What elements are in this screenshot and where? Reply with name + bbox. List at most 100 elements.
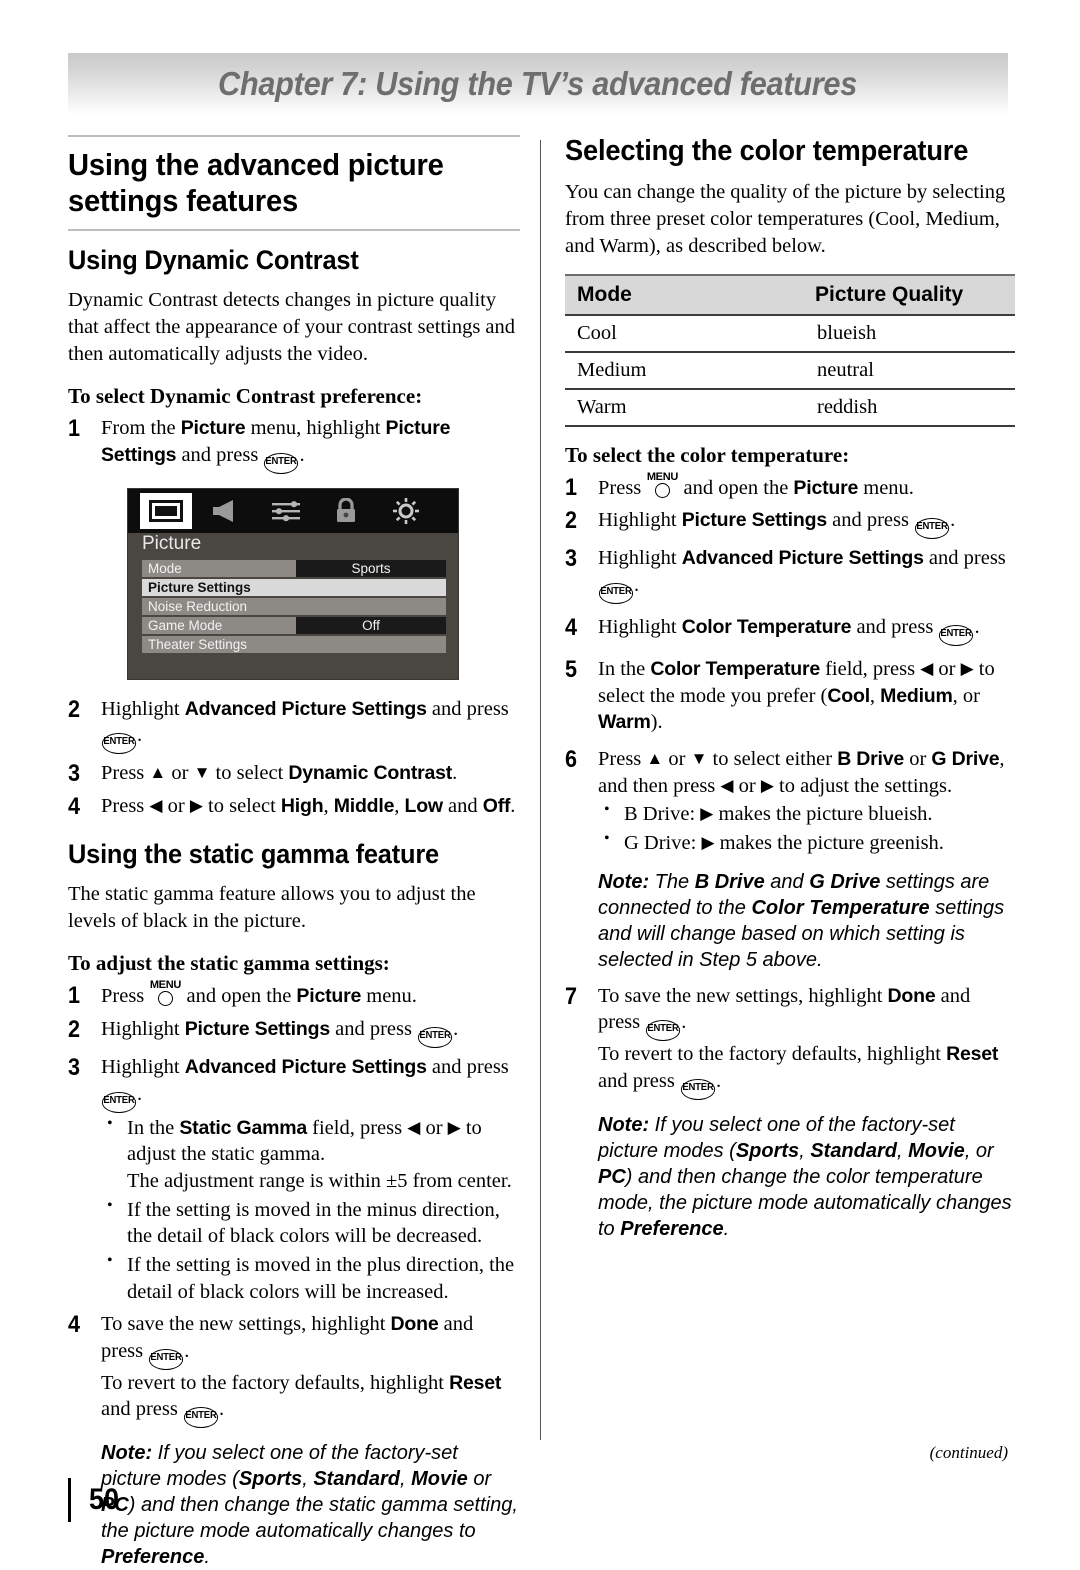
step-text: and press: [923, 547, 1006, 570]
ui-term-preference: Preference: [101, 1546, 205, 1569]
note-label: Note:: [598, 870, 650, 893]
section-rule-top: [68, 135, 520, 137]
ui-term-warm: Warm: [598, 711, 651, 734]
step-text: .: [137, 1082, 143, 1105]
enter-button-icon: ENTER: [939, 625, 974, 647]
ui-term-b-drive: B Drive: [837, 747, 905, 770]
step-text: Highlight: [598, 616, 682, 639]
sliders-icon[interactable]: [260, 493, 312, 529]
step-number: 1: [565, 473, 578, 501]
step-text: or: [904, 747, 932, 770]
step-text: .: [453, 1018, 459, 1041]
audio-icon[interactable]: [200, 493, 252, 529]
note-b-g-drive: Note: The B Drive and G Drive settings a…: [598, 869, 1015, 973]
ui-term-picture-settings: Picture Settings: [184, 1018, 330, 1041]
osd-row-label: Noise Reduction: [142, 597, 446, 615]
osd-row-picture-settings[interactable]: Picture Settings: [142, 578, 446, 596]
ui-term-sports: Sports: [735, 1139, 800, 1162]
step-text: Press: [101, 985, 150, 1008]
step-number: 7: [565, 982, 578, 1010]
osd-row-theater-settings[interactable]: Theater Settings: [142, 635, 446, 653]
osd-row-list: Mode Sports Picture Settings Noise Reduc…: [142, 559, 446, 655]
ui-term-picture-settings: Picture Settings: [681, 509, 827, 532]
table-header-picture-quality: Picture Quality: [809, 273, 1015, 316]
task-heading-color-temperature: To select the color temperature:: [565, 442, 850, 467]
arrow-down-icon: ▼: [690, 748, 708, 768]
menu-button-circle: [655, 482, 671, 498]
table-row: Medium neutral: [565, 351, 1015, 390]
steps-dynamic-contrast-1: 1 From the Picture menu, highlight Pictu…: [68, 415, 520, 474]
bullet-list: B Drive: ▶ makes the picture blueish. G …: [598, 800, 1015, 857]
step-item: 4 To save the new settings, highlight Do…: [68, 1311, 520, 1570]
ui-term-standard: Standard: [313, 1468, 400, 1491]
ui-term-reset: Reset: [946, 1043, 999, 1066]
table-cell-mode: Warm: [565, 388, 809, 427]
step-item: 4 Highlight Color Temperature and press …: [565, 614, 1015, 647]
bullet-item: If the setting is moved in the minus dir…: [101, 1196, 520, 1250]
step-text: .: [974, 616, 980, 639]
step-text: ).: [650, 711, 663, 734]
table-row: Warm reddish: [565, 388, 1015, 427]
step-number: 3: [565, 545, 578, 573]
osd-row-label: Game Mode: [142, 616, 296, 634]
step-subline: To revert to the factory defaults, highl…: [101, 1370, 520, 1429]
task-heading-static-gamma: To adjust the static gamma settings:: [68, 951, 390, 976]
step-item: 2 Highlight Picture Settings and press E…: [68, 1016, 520, 1049]
step-text: Highlight: [598, 509, 682, 532]
tv-osd-screenshot: Picture Mode Sports Picture Settings Noi…: [127, 487, 459, 680]
bullet-item: G Drive: ▶ makes the picture greenish.: [598, 829, 1015, 857]
ui-term-off: Off: [482, 794, 511, 817]
page-number-rule: [68, 1478, 71, 1522]
osd-row-mode[interactable]: Mode Sports: [142, 559, 446, 577]
ui-term-color-temperature: Color Temperature: [650, 658, 820, 681]
step-item: 2 Highlight Picture Settings and press E…: [565, 507, 1015, 540]
step-number: 5: [565, 656, 578, 684]
task-heading-dynamic-contrast: To select Dynamic Contrast preference:: [68, 383, 423, 408]
step-item: 2 Highlight Advanced Picture Settings an…: [68, 696, 520, 755]
bullet-text: G Drive:: [624, 831, 702, 854]
step-text: .: [137, 724, 143, 747]
bullet-item: If the setting is moved in the plus dire…: [101, 1251, 520, 1305]
note-text: ,: [799, 1139, 811, 1162]
brightness-icon[interactable]: [380, 493, 432, 529]
step-text: field, press: [819, 658, 921, 681]
arrow-right-icon: ▶: [700, 804, 714, 824]
osd-row-noise-reduction[interactable]: Noise Reduction: [142, 597, 446, 615]
step-text: to select either: [707, 747, 838, 770]
ui-term-static-gamma: Static Gamma: [179, 1116, 308, 1139]
step-item: 1 From the Picture menu, highlight Pictu…: [68, 415, 520, 474]
note-text: ) and then change the static gamma setti…: [101, 1494, 518, 1543]
steps-dynamic-contrast-2: 2 Highlight Advanced Picture Settings an…: [68, 696, 520, 820]
ui-term-picture: Picture: [296, 985, 362, 1008]
color-temperature-table: Mode Picture Quality Cool blueish Medium…: [565, 273, 1015, 427]
step-text: and open the: [181, 985, 297, 1008]
arrow-left-icon: ◀: [920, 659, 934, 679]
step-text: Highlight: [598, 547, 682, 570]
lock-icon[interactable]: [320, 493, 372, 529]
osd-row-label: Picture Settings: [142, 578, 446, 596]
enter-button-icon: ENTER: [417, 1027, 453, 1049]
bullet-list: In the Static Gamma field, press ◀ or ▶ …: [101, 1114, 520, 1305]
note-text: ,: [897, 1139, 909, 1162]
ui-term-b-drive: B Drive: [694, 870, 765, 893]
step-text: In the: [598, 658, 651, 681]
step-number: 6: [565, 745, 578, 773]
step-text: to adjust the settings.: [773, 774, 953, 797]
step-text: ,: [869, 684, 881, 707]
table-header-mode: Mode: [565, 273, 809, 316]
step-number: 4: [68, 1311, 81, 1339]
arrow-right-icon: ▶: [760, 775, 774, 795]
step-text: To save the new settings, highlight: [101, 1313, 391, 1336]
bullet-text: In the: [127, 1116, 180, 1139]
osd-row-game-mode[interactable]: Game Mode Off: [142, 616, 446, 634]
ui-term-cool: Cool: [827, 684, 870, 707]
step-text: .: [452, 762, 458, 785]
step-text: Highlight: [101, 1056, 185, 1079]
picture-icon[interactable]: [140, 492, 192, 529]
enter-button-icon: ENTER: [101, 1091, 137, 1113]
continued-marker: (continued): [929, 1443, 1008, 1462]
step-text: or: [933, 658, 961, 681]
ui-term-high: High: [280, 794, 324, 817]
step-number: 4: [68, 792, 81, 820]
step-item: 1 Press MENU and open the Picture menu.: [68, 979, 520, 1010]
